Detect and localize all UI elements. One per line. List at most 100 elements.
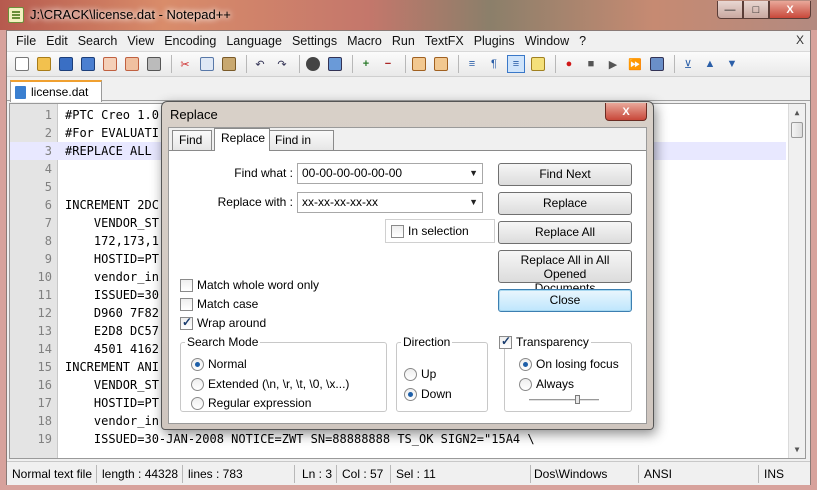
normal-radio-dot[interactable]	[191, 357, 204, 371]
find-icon[interactable]	[304, 55, 322, 73]
replace-icon[interactable]	[326, 55, 344, 73]
undo-icon[interactable]: ↶	[251, 55, 269, 73]
close-button[interactable]: Close	[498, 289, 632, 312]
menu-file[interactable]: File	[11, 34, 41, 48]
match-case-box[interactable]	[180, 297, 193, 311]
play-macro-icon[interactable]: ▶	[604, 55, 622, 73]
find-what-input[interactable]: 00-00-00-00-00-00 ▼	[297, 163, 483, 184]
window-close-button[interactable]: X	[769, 1, 811, 19]
menu-plugins[interactable]: Plugins	[469, 34, 520, 48]
replace-button[interactable]: Replace	[498, 192, 632, 215]
wrap-around-box[interactable]	[180, 315, 193, 330]
search-mode-normal-radio[interactable]: Normal	[191, 357, 247, 371]
find-next-button[interactable]: Find Next	[498, 163, 632, 186]
dialog-close-button[interactable]: X	[605, 103, 647, 121]
down-label: Down	[421, 387, 452, 401]
status-bar: Normal text file length : 44328 lines : …	[7, 461, 810, 485]
dropdown-arrow-icon[interactable]: ▼	[469, 164, 478, 183]
minimize-button[interactable]: —	[717, 1, 743, 19]
menu-search[interactable]: Search	[73, 34, 123, 48]
always-label: Always	[536, 377, 575, 391]
close-all-icon[interactable]	[123, 55, 141, 73]
cut-icon[interactable]: ✂	[176, 55, 194, 73]
replace-panel: Find what : 00-00-00-00-00-00 ▼ Replace …	[169, 150, 646, 423]
sync-h-icon[interactable]	[432, 55, 450, 73]
replace-all-opened-button[interactable]: Replace All in All Opened Documents	[498, 250, 632, 295]
down-icon[interactable]: ▼	[723, 55, 741, 73]
menu-encoding[interactable]: Encoding	[159, 34, 221, 48]
find-what-value: 00-00-00-00-00-00	[302, 166, 403, 180]
match-whole-word-box[interactable]	[180, 278, 193, 292]
status-file-type: Normal text file	[9, 465, 97, 483]
trim-icon[interactable]: ⊻	[679, 55, 697, 73]
search-mode-regex-radio[interactable]: Regular expression	[191, 396, 311, 410]
sync-v-icon[interactable]	[410, 55, 428, 73]
copy-icon[interactable]	[198, 55, 216, 73]
new-file-icon[interactable]	[13, 55, 31, 73]
up-radio-dot[interactable]	[404, 367, 417, 381]
transparency-checkbox[interactable]: Transparency	[499, 334, 591, 349]
menu-help[interactable]: ?	[574, 34, 591, 48]
open-file-icon[interactable]	[35, 55, 53, 73]
redo-icon[interactable]: ↷	[273, 55, 291, 73]
doc-map-icon[interactable]	[529, 55, 547, 73]
tab-license-dat[interactable]: license.dat	[10, 80, 102, 102]
show-all-icon[interactable]: ¶	[485, 55, 503, 73]
save-icon[interactable]	[57, 55, 75, 73]
direction-up-radio[interactable]: Up	[404, 367, 436, 381]
stop-macro-icon[interactable]: ■	[582, 55, 600, 73]
search-mode-extended-radio[interactable]: Extended (\n, \r, \t, \0, \x...)	[191, 377, 349, 391]
up-icon[interactable]: ▲	[701, 55, 719, 73]
tab-replace[interactable]: Replace	[214, 128, 270, 151]
menu-run[interactable]: Run	[387, 34, 420, 48]
menu-edit[interactable]: Edit	[41, 34, 73, 48]
on-losing-focus-dot[interactable]	[519, 357, 532, 371]
indent-guide-icon[interactable]: ≡	[507, 55, 525, 73]
zoom-in-icon[interactable]: +	[357, 55, 375, 73]
notepad-plus-plus-icon	[8, 7, 24, 23]
paste-icon[interactable]	[220, 55, 238, 73]
replace-with-input[interactable]: xx-xx-xx-xx-xx ▼	[297, 192, 483, 213]
always-radio[interactable]: Always	[519, 377, 574, 391]
regex-radio-dot[interactable]	[191, 396, 204, 410]
record-macro-icon[interactable]: ●	[560, 55, 578, 73]
transparency-slider[interactable]	[529, 399, 599, 402]
menu-window[interactable]: Window	[520, 34, 574, 48]
on-losing-focus-radio[interactable]: On losing focus	[519, 357, 619, 371]
maximize-button[interactable]: □	[743, 1, 769, 19]
save-macro-icon[interactable]	[648, 55, 666, 73]
zoom-out-icon[interactable]: −	[379, 55, 397, 73]
down-radio-dot[interactable]	[404, 387, 417, 401]
transparency-label: Transparency	[516, 335, 589, 349]
menu-settings[interactable]: Settings	[287, 34, 342, 48]
menu-textfx[interactable]: TextFX	[420, 34, 469, 48]
menu-view[interactable]: View	[122, 34, 159, 48]
scroll-up-icon[interactable]: ▲	[789, 104, 805, 121]
direction-down-radio[interactable]: Down	[404, 387, 452, 401]
always-dot[interactable]	[519, 377, 532, 391]
match-whole-word-checkbox[interactable]: Match whole word only	[180, 278, 319, 292]
in-selection-checkbox[interactable]: In selection	[391, 224, 469, 238]
vertical-scrollbar[interactable]: ▲ ▼	[788, 104, 805, 458]
transparency-slider-thumb[interactable]	[575, 395, 580, 404]
extended-radio-dot[interactable]	[191, 377, 204, 391]
replace-all-button[interactable]: Replace All	[498, 221, 632, 244]
print-icon[interactable]	[145, 55, 163, 73]
match-case-checkbox[interactable]: Match case	[180, 297, 258, 311]
save-all-icon[interactable]	[79, 55, 97, 73]
wrap-around-checkbox[interactable]: Wrap around	[180, 315, 266, 330]
run-macro-icon[interactable]: ⏩	[626, 55, 644, 73]
scroll-down-icon[interactable]: ▼	[789, 441, 805, 458]
close-document-icon[interactable]: X	[796, 33, 804, 47]
in-selection-box[interactable]	[391, 224, 404, 238]
up-label: Up	[421, 367, 437, 381]
close-icon[interactable]	[101, 55, 119, 73]
tab-find[interactable]: Find	[172, 130, 212, 150]
dropdown-arrow-icon[interactable]: ▼	[469, 193, 478, 212]
menu-macro[interactable]: Macro	[342, 34, 387, 48]
word-wrap-icon[interactable]: ≡	[463, 55, 481, 73]
scroll-thumb[interactable]	[791, 122, 803, 138]
menu-language[interactable]: Language	[221, 34, 287, 48]
transparency-box[interactable]	[499, 334, 512, 349]
tab-find-in-files[interactable]: Find in Files	[268, 130, 334, 165]
